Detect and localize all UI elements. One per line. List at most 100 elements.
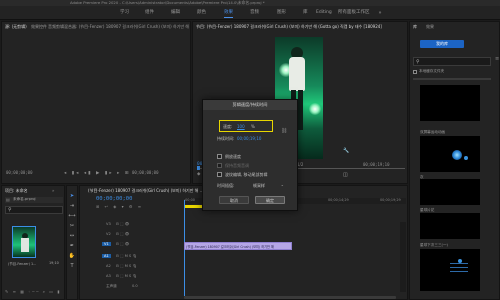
library-menu-icon[interactable]: ≡ <box>495 56 499 62</box>
workspace-bar: 学习 组件 编辑 颜色 效果 音频 图形 库 Editing 所有面板工作区 » <box>0 6 500 20</box>
time-interpolation-value: 帧采样 <box>253 183 265 188</box>
library-thumbnail-5[interactable] <box>420 249 480 291</box>
track-v2-controls[interactable]: ⊟ ⬚ 👁 <box>116 232 129 236</box>
video-clip[interactable]: (节目-Fenzer) 180907 걸크러쉬(Girl Crush) (보미)… <box>184 242 292 250</box>
link-chain-icon[interactable]: ⛓ <box>281 128 287 134</box>
local-cache-checkbox[interactable] <box>413 70 417 74</box>
tools-panel: ➤ ⇥ ⟷ ✂ ↔ ✒ ✋ T <box>66 185 78 300</box>
library-thumbnail-3[interactable] <box>420 179 480 205</box>
ripple-edit-label: 波纹编辑, 移动尾部剪辑 <box>225 172 268 177</box>
workspace-editing[interactable]: 编辑 <box>171 8 180 18</box>
dialog-title: 剪辑速度/持续时间 <box>203 100 297 110</box>
timeline-timecode[interactable]: 00;00;00;00 <box>96 196 132 202</box>
program-playhead[interactable] <box>197 166 200 170</box>
workspace-assembly[interactable]: 组件 <box>145 8 154 18</box>
library-thumbnail-1[interactable] <box>420 85 480 121</box>
project-footer-controls[interactable]: ✎ ≡ ▦ ◦── ⌕ ▭ ▮ <box>5 289 63 297</box>
workspace-libraries[interactable]: 库 <box>303 8 308 18</box>
pen-tool-icon[interactable]: ✒ <box>67 242 77 250</box>
clip-speed-duration-dialog: 剪辑速度/持续时间 速度: 100 % ⛓ 持续时间: 00;00;19;10 … <box>202 99 298 211</box>
orbit-graphic <box>450 263 468 264</box>
project-clip-duration: 19;10 <box>49 261 59 265</box>
performer-leg <box>298 90 303 130</box>
libraries-panel: 库 效果 我的库 ⚲ ≡ 本地缓存文件夹 双屏幕运动动画 灰 星球片花 星球下次… <box>409 21 500 300</box>
tab-source[interactable]: 源: (无剪辑) <box>5 23 29 31</box>
timeline-toolbar[interactable]: ⊞ ↩ ◈ ▾ ⚙ ≡ <box>96 204 176 210</box>
tab-effects[interactable]: 效果 <box>426 23 440 31</box>
track-a3-controls[interactable]: ⊟ ⬚ M S 🎙 <box>116 274 137 278</box>
master-volume-value[interactable]: 0.0 <box>132 284 138 288</box>
tab-project[interactable]: 项目: 未命名 <box>5 187 45 195</box>
chevron-down-icon: ⌄ <box>280 182 284 187</box>
track-select-tool-icon[interactable]: ⇥ <box>67 202 77 210</box>
speed-input[interactable]: 100 <box>237 124 245 129</box>
library-item-label-5: 星球下次三三(一) <box>420 243 448 247</box>
master-track-label: 主声道 <box>106 284 117 288</box>
track-a2-label[interactable]: A2 <box>106 264 111 268</box>
project-clip-label: (节目-Fenzer) 1... <box>8 262 37 266</box>
project-search-input[interactable]: ⚲ <box>5 206 63 214</box>
keep-pitch-checkbox[interactable] <box>217 163 222 168</box>
track-headers: V3 V2 V1 A1 A2 A3 主声道 0.0 ⊟ ⬚ 👁 ⊟ ⬚ 👁 ⊟ … <box>86 222 182 292</box>
track-v3-controls[interactable]: ⊟ ⬚ 👁 <box>116 222 129 226</box>
cancel-button[interactable]: 取消 <box>219 196 249 204</box>
track-a1-controls[interactable]: ⊟ ⬚ M S 🎙 <box>116 254 137 258</box>
duration-label: 持续时间: <box>217 136 235 141</box>
workspace-learn[interactable]: 学习 <box>120 8 129 18</box>
program-title[interactable]: 节目: (节目-Fenzer) 180907 걸크러쉬(Girl Crush) … <box>196 23 406 31</box>
tab-effect-controls[interactable]: 效果控件 <box>31 23 47 31</box>
track-a2-controls[interactable]: ⊟ ⬚ M S 🎙 <box>116 264 137 268</box>
settings-wrench-icon[interactable]: 🔧 <box>343 148 349 154</box>
double-chevron-icon[interactable]: » <box>52 188 54 193</box>
ruler-label: :00;00 <box>184 198 195 202</box>
selection-tool-icon[interactable]: ➤ <box>67 192 77 200</box>
planet-graphic <box>452 150 462 160</box>
track-v1-label[interactable]: V1 <box>102 242 111 246</box>
track-a1-label[interactable]: A1 <box>102 254 111 258</box>
source-timecode-right: 00;00;00;00 <box>132 170 159 175</box>
divider <box>413 78 491 80</box>
project-file-name: 未命名.prproj <box>13 197 36 201</box>
keep-pitch-label: 保持音频音调 <box>225 163 249 168</box>
stage-light <box>309 103 321 115</box>
timeline-zoom-bar[interactable] <box>184 296 396 299</box>
orbit-graphic <box>450 271 468 272</box>
ruler-label: 00;00;14;29 <box>328 198 349 202</box>
my-library-dropdown[interactable]: 我的库 <box>420 40 464 48</box>
project-file-row[interactable]: ▤ 未命名.prproj <box>5 197 63 203</box>
library-thumbnail-2[interactable] <box>420 136 480 172</box>
slip-tool-icon[interactable]: ↔ <box>67 232 77 240</box>
workspace-all-panels[interactable]: 所有面板工作区 <box>338 8 370 18</box>
tab-libraries[interactable]: 库 <box>413 23 423 31</box>
project-clip-thumbnail[interactable] <box>12 226 36 258</box>
library-search-input[interactable]: ⚲ <box>413 57 491 66</box>
track-a3-label[interactable]: A3 <box>106 274 111 278</box>
duration-input[interactable]: 00;00;19;10 <box>237 136 261 141</box>
tab-audio-clip-mixer[interactable]: 音频剪辑混合器: (节目-Fenzer) 180907 걸크러쉬(Girl Cr… <box>48 23 190 31</box>
hand-tool-icon[interactable]: ✋ <box>67 252 77 260</box>
track-v3-label[interactable]: V3 <box>106 222 111 226</box>
workspace-effects[interactable]: 效果 <box>224 8 233 18</box>
library-thumbnail-4[interactable] <box>420 213 480 239</box>
ripple-edit-tool-icon[interactable]: ⟷ <box>67 212 77 220</box>
type-tool-icon[interactable]: T <box>67 262 77 270</box>
performer-body <box>21 238 29 252</box>
ripple-edit-checkbox[interactable] <box>217 172 222 177</box>
ok-button[interactable]: 确定 <box>255 196 285 204</box>
performer-body <box>289 57 305 91</box>
workspace-audio[interactable]: 音频 <box>250 8 259 18</box>
workspace-editing-en[interactable]: Editing <box>316 8 332 18</box>
track-v2-label[interactable]: V2 <box>106 232 111 236</box>
ruler-label: 00;00;19;29 <box>380 198 401 202</box>
chevron-right-icon[interactable]: » <box>376 10 384 16</box>
track-v1-controls[interactable]: ⊟ ⬚ 👁 <box>116 242 129 246</box>
time-interpolation-select[interactable]: 帧采样 ⌄ <box>251 182 285 189</box>
source-timecode-left: 00;00;00;00 <box>6 170 33 175</box>
workspace-color[interactable]: 颜色 <box>197 8 206 18</box>
razor-tool-icon[interactable]: ✂ <box>67 222 77 230</box>
reverse-speed-checkbox[interactable] <box>217 154 222 159</box>
source-transport-controls[interactable]: ◂ ▮◂ ◂▮ ▶ ▮▸ ▸ ⊞ <box>64 171 134 177</box>
workspace-graphics[interactable]: 图形 <box>277 8 286 18</box>
source-panel: 源: (无剪辑) 效果控件 音频剪辑混合器: (节目-Fenzer) 18090… <box>1 21 191 184</box>
timeline-scrollbar[interactable] <box>400 222 406 292</box>
